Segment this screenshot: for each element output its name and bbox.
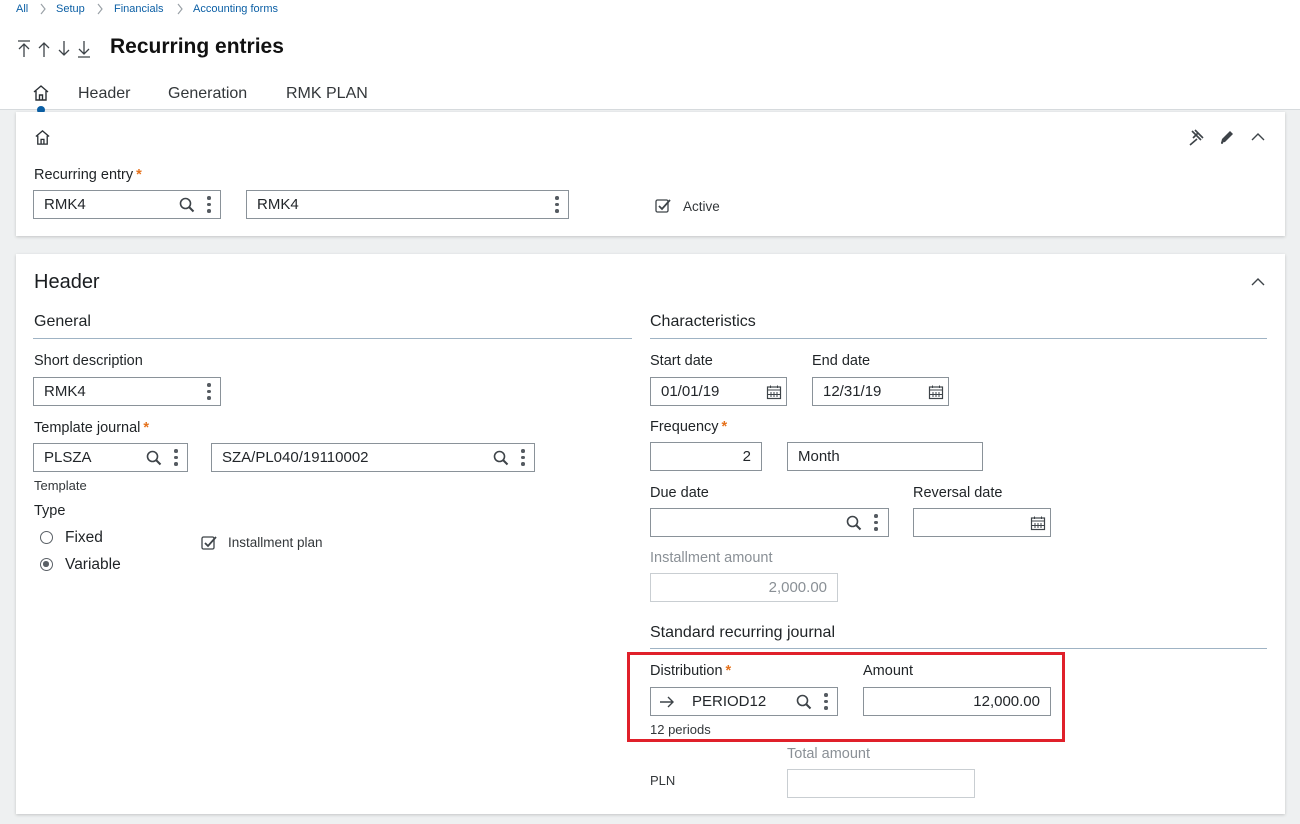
- end-date-value: 12/31/19: [823, 383, 882, 400]
- frequency-label: Frequency *: [650, 419, 728, 435]
- tab-rmk-plan[interactable]: RMK PLAN: [286, 85, 368, 103]
- type-label: Type: [34, 503, 66, 519]
- start-date-label: Start date: [650, 353, 713, 369]
- start-date-field[interactable]: 01/01/19: [650, 377, 787, 406]
- recurring-entry-label: Recurring entry *: [34, 167, 142, 183]
- due-date-label: Due date: [650, 485, 709, 501]
- currency-label: PLN: [650, 773, 676, 788]
- next-record-icon[interactable]: [56, 39, 72, 59]
- collapse-chevron-icon[interactable]: [1250, 275, 1266, 289]
- type-fixed-label: Fixed: [65, 529, 103, 546]
- first-record-icon[interactable]: [16, 39, 32, 59]
- template-journal-ref-value: SZA/PL040/19110002: [222, 449, 369, 466]
- characteristics-title: Characteristics: [650, 313, 756, 330]
- type-variable-radio[interactable]: [40, 558, 53, 571]
- frequency-unit-select[interactable]: Month: [787, 442, 983, 471]
- standard-recurring-journal-title: Standard recurring journal: [650, 624, 835, 641]
- tab-header[interactable]: Header: [78, 85, 130, 103]
- calendar-icon[interactable]: [928, 384, 944, 400]
- chevron-right-icon: [97, 3, 103, 15]
- chevron-right-icon: [40, 3, 46, 15]
- breadcrumb-setup[interactable]: Setup: [56, 3, 85, 15]
- end-date-label: End date: [812, 353, 871, 369]
- search-icon[interactable]: [146, 450, 162, 466]
- collapse-chevron-icon[interactable]: [1250, 130, 1266, 144]
- page-title: Recurring entries: [110, 35, 284, 58]
- installment-plan-checkbox[interactable]: [201, 535, 217, 551]
- previous-record-icon[interactable]: [36, 39, 52, 59]
- record-navigation: [16, 39, 92, 59]
- calendar-icon[interactable]: [766, 384, 782, 400]
- divider: [33, 338, 632, 339]
- type-fixed-radio[interactable]: [40, 531, 53, 544]
- search-icon[interactable]: [846, 515, 862, 531]
- pin-icon[interactable]: [1187, 128, 1205, 146]
- more-options-icon[interactable]: [555, 196, 559, 214]
- type-variable-label: Variable: [65, 556, 121, 573]
- home-tab-icon[interactable]: [32, 84, 50, 102]
- reversal-date-label: Reversal date: [913, 485, 1003, 501]
- start-date-value: 01/01/19: [661, 383, 720, 400]
- more-options-icon[interactable]: [207, 383, 211, 401]
- recurring-entry-card: Recurring entry * RMK4 RMK4 Active: [16, 112, 1285, 236]
- active-label: Active: [683, 199, 720, 214]
- more-options-icon[interactable]: [521, 449, 525, 467]
- short-description-value: RMK4: [44, 383, 86, 400]
- breadcrumb-all[interactable]: All: [16, 3, 28, 15]
- search-icon[interactable]: [493, 450, 509, 466]
- recurring-entry-value: RMK4: [44, 196, 86, 213]
- search-icon[interactable]: [179, 197, 195, 213]
- installment-plan-label: Installment plan: [228, 535, 323, 550]
- edit-icon[interactable]: [1218, 128, 1236, 146]
- frequency-unit-value: Month: [798, 448, 840, 465]
- recurring-entry-description-field[interactable]: RMK4: [246, 190, 569, 219]
- calendar-icon[interactable]: [1030, 515, 1046, 531]
- installment-amount-value: 2,000.00: [768, 579, 827, 596]
- template-caption: Template: [34, 478, 87, 493]
- top-bar: All Setup Financials Accounting forms Re…: [0, 0, 1300, 114]
- installment-amount-label: Installment amount: [650, 550, 773, 566]
- more-options-icon[interactable]: [174, 449, 178, 467]
- frequency-field[interactable]: 2: [650, 442, 762, 471]
- chevron-right-icon: [177, 3, 183, 15]
- breadcrumb-financials[interactable]: Financials: [114, 3, 164, 15]
- total-amount-label: Total amount: [787, 746, 871, 762]
- due-date-field[interactable]: [650, 508, 889, 537]
- highlight-box: [627, 652, 1065, 742]
- template-journal-code-field[interactable]: PLSZA: [33, 443, 188, 472]
- more-options-icon[interactable]: [207, 196, 211, 214]
- template-journal-code-value: PLSZA: [44, 449, 92, 466]
- end-date-field[interactable]: 12/31/19: [812, 377, 949, 406]
- breadcrumb-accounting-forms[interactable]: Accounting forms: [193, 3, 278, 15]
- template-journal-ref-field[interactable]: SZA/PL040/19110002: [211, 443, 535, 472]
- reversal-date-field[interactable]: [913, 508, 1051, 537]
- divider: [650, 338, 1267, 339]
- divider: [650, 648, 1267, 649]
- short-description-label: Short description: [34, 353, 143, 369]
- home-icon: [35, 130, 50, 145]
- short-description-field[interactable]: RMK4: [33, 377, 221, 406]
- frequency-value: 2: [742, 448, 751, 465]
- recurring-entry-field[interactable]: RMK4: [33, 190, 221, 219]
- recurring-entry-description-value: RMK4: [257, 196, 299, 213]
- active-checkbox[interactable]: [655, 198, 671, 214]
- template-journal-label: Template journal *: [34, 420, 150, 436]
- last-record-icon[interactable]: [76, 39, 92, 59]
- total-amount-field: [787, 769, 975, 798]
- general-title: General: [34, 313, 91, 330]
- header-section-title: Header: [34, 271, 100, 293]
- more-options-icon[interactable]: [874, 514, 878, 532]
- installment-amount-field: 2,000.00: [650, 573, 838, 602]
- tab-generation[interactable]: Generation: [168, 85, 247, 103]
